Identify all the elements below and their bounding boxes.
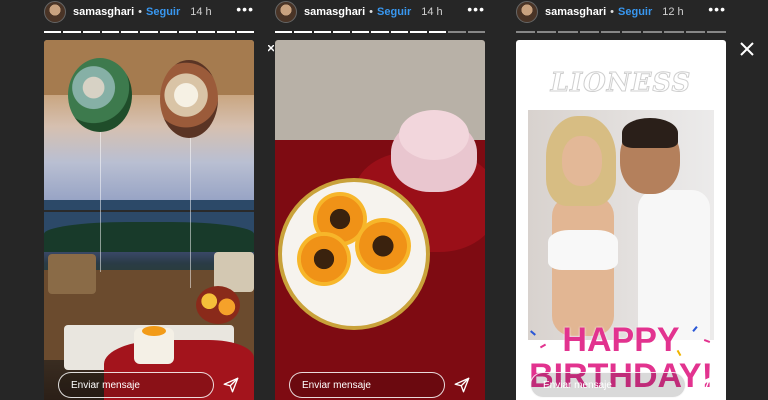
progress-segment (429, 31, 447, 33)
progress-segment (448, 31, 466, 33)
teddy-bear-head (399, 110, 469, 160)
separator-dot: • (610, 6, 615, 18)
send-icon[interactable] (222, 376, 240, 394)
progress-segment (685, 31, 705, 33)
follow-button[interactable]: Seguir (146, 6, 180, 18)
balloon (68, 58, 132, 132)
progress-bar (44, 31, 254, 33)
progress-segment (82, 31, 100, 33)
progress-segment (313, 31, 331, 33)
story-viewer: samasghari • Seguir 14 h ••• Enviar mens… (0, 0, 768, 400)
progress-segment (516, 31, 536, 33)
progress-segment (352, 31, 370, 33)
cake-flower (142, 326, 166, 336)
story-card-3[interactable]: samasghari • Seguir 12 h ••• LIONESS HAP… (516, 0, 727, 400)
lioness-sticker: LIONESS (550, 68, 692, 99)
send-icon[interactable] (453, 376, 471, 394)
balloon-string (100, 132, 101, 272)
balloon-string (190, 138, 191, 288)
reply-input[interactable]: Enviar mensaje (530, 372, 686, 398)
reply-input[interactable]: Enviar mensaje (289, 372, 445, 398)
progress-segment (101, 31, 120, 33)
story-card-1[interactable]: samasghari • Seguir 14 h ••• Enviar mens… (44, 0, 254, 400)
progress-segment (558, 31, 578, 33)
timestamp: 14 h (421, 6, 443, 18)
progress-segment (664, 31, 684, 33)
progress-segment (409, 31, 428, 33)
more-options-icon[interactable]: ••• (236, 2, 254, 16)
progress-segment (600, 31, 621, 33)
story-media[interactable]: LIONESS HAPPY BIRTHDAY! Enviar mensaje (516, 40, 726, 400)
story-header: samasghari • Seguir 14 h ••• (275, 0, 485, 24)
progress-segment (537, 31, 557, 33)
progress-segment (371, 31, 389, 33)
follow-button[interactable]: Seguir (618, 6, 652, 18)
progress-segment (467, 31, 485, 33)
separator-dot: • (138, 6, 143, 18)
flower-bouquet (196, 286, 240, 324)
story-card-2[interactable]: samasghari • Seguir 14 h ••• Enviar mens… (275, 0, 485, 400)
cushion (48, 254, 96, 294)
couple-photo (528, 110, 714, 340)
progress-segment (121, 31, 139, 33)
story-header: samasghari • Seguir 12 h ••• (516, 0, 726, 24)
previous-story-edge-icon (268, 44, 274, 56)
progress-segment (63, 31, 81, 33)
progress-segment (198, 31, 216, 33)
progress-segment (140, 31, 158, 33)
progress-segment (332, 31, 351, 33)
sunflower (355, 218, 411, 274)
progress-bar (275, 31, 485, 33)
balloon (160, 60, 218, 138)
progress-segment (706, 31, 727, 33)
more-options-icon[interactable]: ••• (708, 2, 726, 16)
more-options-icon[interactable]: ••• (467, 2, 485, 16)
progress-bar (516, 31, 727, 33)
reply-input[interactable]: Enviar mensaje (58, 372, 214, 398)
username[interactable]: samasghari (545, 6, 606, 18)
story-header: samasghari • Seguir 14 h ••• (44, 0, 254, 24)
username[interactable]: samasghari (73, 6, 134, 18)
avatar[interactable] (44, 1, 66, 23)
separator-dot: • (369, 6, 374, 18)
progress-segment (275, 31, 293, 33)
story-media[interactable]: Enviar mensaje (275, 40, 485, 400)
progress-segment (579, 31, 599, 33)
progress-segment (159, 31, 177, 33)
woman-top (548, 230, 618, 270)
send-icon[interactable] (694, 376, 712, 394)
avatar[interactable] (516, 1, 538, 23)
woman-face (562, 136, 602, 186)
progress-segment (622, 31, 642, 33)
timestamp: 12 h (662, 6, 684, 18)
man-shirt (638, 190, 710, 340)
timestamp: 14 h (190, 6, 212, 18)
progress-segment (390, 31, 408, 33)
story-media[interactable]: Enviar mensaje (44, 40, 254, 400)
progress-segment (217, 31, 235, 33)
progress-segment (236, 31, 254, 33)
username[interactable]: samasghari (304, 6, 365, 18)
progress-segment (643, 31, 663, 33)
man-hair (622, 118, 678, 148)
close-icon[interactable] (740, 42, 754, 56)
sunflower (297, 232, 351, 286)
palm-trees (44, 222, 254, 252)
avatar[interactable] (275, 1, 297, 23)
railing (44, 210, 254, 212)
progress-segment (44, 31, 62, 33)
follow-button[interactable]: Seguir (377, 6, 411, 18)
progress-segment (294, 31, 312, 33)
progress-segment (178, 31, 197, 33)
